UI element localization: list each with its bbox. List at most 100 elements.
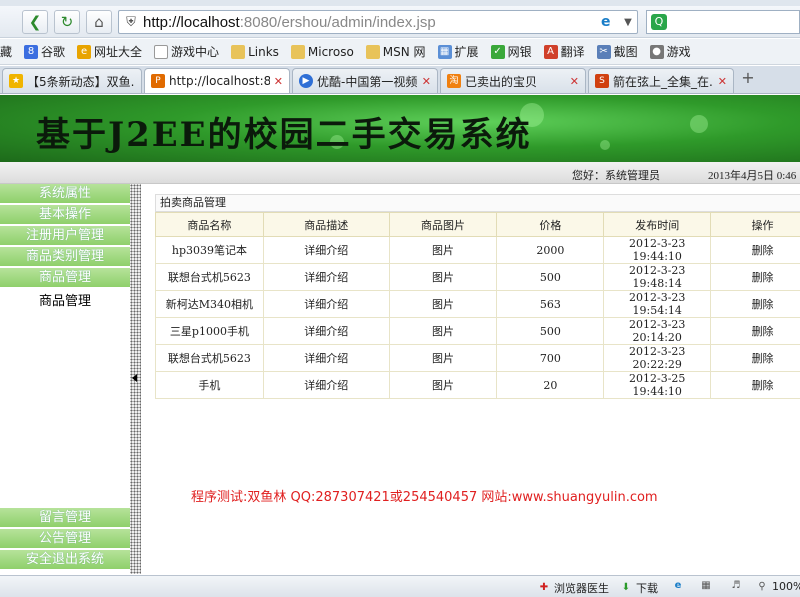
toolbar-games[interactable]: ● 游戏 (649, 43, 691, 60)
bookmark-google[interactable]: 8 谷歌 (24, 43, 65, 60)
publish-time: 2012-3-23 20:14:20 (603, 317, 712, 345)
panel-title: 拍卖商品管理 (155, 194, 800, 212)
delete-link[interactable]: 删除 (710, 344, 800, 372)
detail-link[interactable]: 详细介绍 (262, 371, 390, 399)
pma-icon: P (151, 74, 165, 88)
refresh-icon[interactable]: ↻ (54, 10, 80, 34)
bookmark-favorites[interactable]: 藏 (0, 43, 12, 60)
tab-label: http://localhost:8... (169, 74, 270, 88)
bookmark-label: 扩展 (454, 45, 479, 59)
sidebar-item-goods-management[interactable]: 商品管理 (0, 268, 130, 288)
site-banner: 基于J2EE的校园二手交易系统 (0, 95, 800, 162)
bookmark-links[interactable]: Links (231, 44, 279, 59)
sidebar-item-basic-operations[interactable]: 基本操作 (0, 205, 130, 225)
credit-text: 程序测试:双鱼林 QQ:287307421或254540457 网站:www.s… (191, 490, 658, 505)
detail-link[interactable]: 详细介绍 (262, 317, 390, 345)
download-arrow-icon: ⬇ (621, 582, 631, 593)
search-engine-icon[interactable]: Q (651, 14, 667, 30)
browser-doctor-button[interactable]: ✚ 浏览器医生 (538, 580, 609, 596)
delete-link[interactable]: 删除 (710, 290, 800, 318)
folder-icon (231, 44, 246, 59)
table-row: 三星p1000手机 详细介绍 图片 500 2012-3-23 20:14:20… (155, 317, 800, 345)
collapse-arrow-icon[interactable] (132, 374, 137, 382)
image-link[interactable]: 图片 (388, 371, 498, 399)
column-header: 发布时间 (603, 212, 712, 237)
delete-link[interactable]: 删除 (710, 263, 800, 291)
layout-toggle[interactable]: ▦ (700, 580, 716, 592)
toolbar-ebank[interactable]: ✓ 网银 (490, 43, 532, 60)
bookmark-microsoft[interactable]: Microso (290, 44, 354, 59)
ie-icon[interactable]: e (672, 580, 688, 592)
image-link[interactable]: 图片 (388, 290, 498, 318)
delete-link[interactable]: 删除 (710, 317, 800, 345)
close-icon[interactable]: ✕ (570, 75, 579, 88)
tab-shuangyulin[interactable]: ★ 【5条新动态】双鱼... (2, 68, 142, 93)
sidebar-item-messages[interactable]: 留言管理 (0, 508, 130, 528)
detail-link[interactable]: 详细介绍 (262, 263, 390, 291)
toolbar-extensions[interactable]: ▦ 扩展 (437, 43, 479, 60)
detail-link[interactable]: 详细介绍 (262, 344, 390, 372)
bookmark-hao[interactable]: e 网址大全 (77, 43, 142, 60)
image-link[interactable]: 图片 (388, 344, 498, 372)
goods-price: 700 (496, 344, 605, 372)
soku-icon: S (595, 74, 609, 88)
image-link[interactable]: 图片 (388, 236, 498, 264)
sidebar-item-system-properties[interactable]: 系统属性 (0, 184, 130, 204)
bookmark-msn[interactable]: MSN 网 (365, 43, 426, 60)
address-bar[interactable]: ⛨ http://localhost:8080/ershou/admin/ind… (118, 10, 638, 34)
bookmark-label: 游戏中心 (171, 45, 220, 59)
toolbar-translate[interactable]: A 翻译 (543, 43, 585, 60)
download-button[interactable]: ⬇ 下载 (620, 580, 658, 596)
zoom-level: 100% (772, 580, 800, 593)
google-icon: 8 (24, 44, 39, 59)
close-icon[interactable]: ✕ (718, 75, 727, 88)
table-header-row: 商品名称 商品描述 商品图片 价格 发布时间 操作 (155, 212, 800, 237)
sidebar-item-logout[interactable]: 安全退出系统 (0, 550, 130, 570)
close-icon[interactable]: ✕ (422, 75, 431, 88)
delete-link[interactable]: 删除 (710, 236, 800, 264)
sidebar-subitem-goods-management[interactable]: 商品管理 (0, 290, 130, 309)
tab-label: 已卖出的宝贝 (465, 74, 538, 89)
address-url[interactable]: http://localhost:8080/ershou/admin/index… (143, 14, 601, 31)
toolbar-screenshot[interactable]: ✂ 截图 (596, 43, 638, 60)
main-content: 拍卖商品管理 商品名称 商品描述 商品图片 价格 发布时间 操作 hp3039笔… (141, 184, 800, 574)
close-icon[interactable]: ✕ (274, 75, 283, 88)
bookmark-label: Microso (307, 44, 354, 59)
speaker-icon: ♬ (731, 580, 741, 591)
delete-link[interactable]: 删除 (710, 371, 800, 399)
tab-label: 优酷-中国第一视频... (317, 74, 418, 89)
tab-sold-items[interactable]: 淘 已卖出的宝贝 ✕ (440, 68, 586, 93)
frame-splitter[interactable] (130, 184, 141, 574)
tab-youku[interactable]: ▶ 优酷-中国第一视频... ✕ (292, 68, 438, 93)
home-icon[interactable]: ⌂ (86, 10, 112, 34)
publish-time: 2012-3-23 19:54:14 (603, 290, 712, 318)
bookmark-game-center[interactable]: 游戏中心 (154, 43, 219, 60)
sidebar-item-user-management[interactable]: 注册用户管理 (0, 226, 130, 246)
volume-toggle[interactable]: ♬ (730, 580, 746, 592)
tab-soku[interactable]: S 箭在弦上_全集_在... ✕ (588, 68, 734, 93)
scissors-icon: ✂ (596, 44, 611, 59)
new-tab-icon[interactable]: + (738, 68, 758, 93)
tab-localhost[interactable]: P http://localhost:8... ✕ (144, 68, 290, 93)
ie-compat-icon[interactable]: e (601, 14, 619, 30)
image-link[interactable]: 图片 (388, 263, 498, 291)
chevron-down-icon[interactable]: ▼ (619, 17, 637, 28)
site-icon: e (77, 44, 92, 59)
search-box[interactable]: Q (646, 10, 800, 34)
goods-name: 三星p1000手机 (155, 317, 264, 345)
column-header: 操作 (710, 212, 800, 237)
table-row: 新柯达M340相机 详细介绍 图片 563 2012-3-23 19:54:14… (155, 290, 800, 318)
image-link[interactable]: 图片 (388, 317, 498, 345)
goods-name: 联想台式机5623 (155, 263, 264, 291)
date-text: 2013年4月5日 0:46 (708, 170, 797, 182)
detail-link[interactable]: 详细介绍 (262, 290, 390, 318)
sidebar-item-category-management[interactable]: 商品类别管理 (0, 247, 130, 267)
back-arrow-icon[interactable]: ❮ (22, 10, 48, 34)
table-row: 联想台式机5623 详细介绍 图片 700 2012-3-23 20:22:29… (155, 344, 800, 372)
sidebar: 系统属性 基本操作 注册用户管理 商品类别管理 商品管理 商品管理 留言管理 公… (0, 184, 130, 574)
bookmark-label: 翻译 (560, 45, 585, 59)
detail-link[interactable]: 详细介绍 (262, 236, 390, 264)
zoom-control[interactable]: ⚲ 100% (756, 580, 800, 593)
sidebar-item-announcements[interactable]: 公告管理 (0, 529, 130, 549)
publish-time: 2012-3-23 19:48:14 (603, 263, 712, 291)
